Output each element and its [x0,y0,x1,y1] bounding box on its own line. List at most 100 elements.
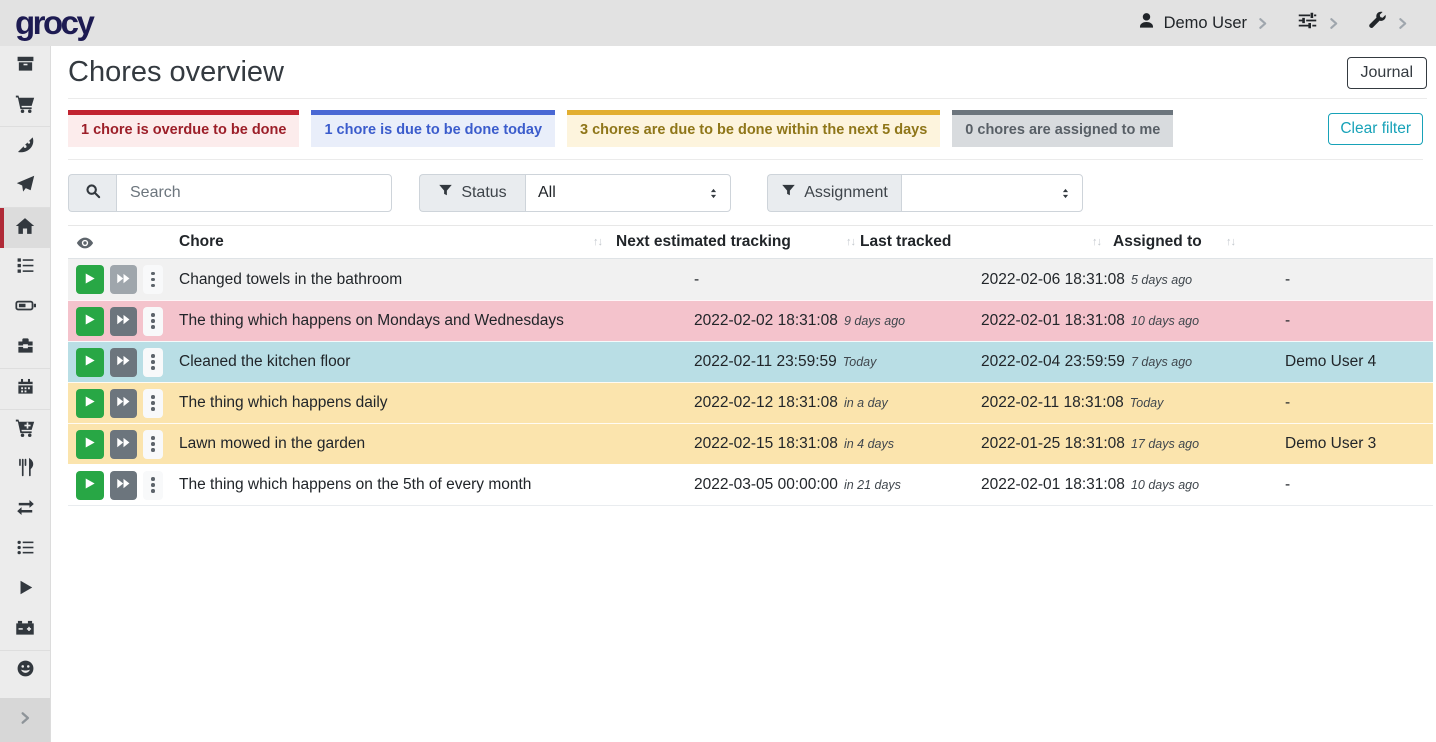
table-row: The thing which happens on Mondays and W… [68,300,1433,341]
settings-menu[interactable] [1297,10,1340,36]
sidebar-item-battery-tracking[interactable] [0,610,50,650]
row-context-menu-button[interactable] [143,471,163,500]
table-body: Changed towels in the bathroom - 2022-02… [68,259,1433,506]
search-icon [85,183,101,204]
sort-icon[interactable]: ↑↓ [593,236,602,248]
fast-forward-icon [116,394,131,412]
sidebar-item-tasks[interactable] [0,248,50,288]
chore-name[interactable]: The thing which happens daily [171,394,686,412]
chip-due-soon[interactable]: 3 chores are due to be done within the n… [567,110,940,147]
sidebar-item-purchase[interactable] [0,410,50,450]
column-header-last-tracked[interactable]: Last tracked [860,233,951,251]
user-icon [1138,12,1155,34]
skip-execution-button[interactable] [110,265,138,294]
sidebar-item-user-entities[interactable] [0,651,50,691]
next-tracking-relative: Today [843,355,877,369]
cart-plus-icon [15,418,35,443]
chip-due-today[interactable]: 1 chore is due to be done today [311,110,555,147]
sort-icon[interactable]: ↑↓ [1092,236,1101,248]
status-select[interactable]: All [525,174,731,212]
chip-overdue[interactable]: 1 chore is overdue to be done [68,110,299,147]
row-actions [68,389,171,418]
sidebar-item-consume[interactable] [0,450,50,490]
filter-funnel-icon [781,183,796,203]
sidebar-collapse-toggle[interactable] [0,698,50,742]
skip-execution-button[interactable] [110,430,138,459]
tasks-checklist-icon [16,256,35,280]
sidebar-item-calendar[interactable] [0,369,50,409]
eye-icon[interactable] [76,234,94,257]
sidebar-item-chore-tracking[interactable] [0,570,50,610]
status-filter-label-box: Status [419,174,525,212]
row-context-menu-button[interactable] [143,389,163,418]
row-context-menu-button[interactable] [143,265,163,294]
chore-name[interactable]: The thing which happens on Mondays and W… [171,312,686,330]
sort-icon[interactable]: ↑↓ [1226,236,1235,248]
chore-name[interactable]: The thing which happens on the 5th of ev… [171,476,686,494]
track-execution-button[interactable] [76,265,104,294]
sidebar-item-chores-overview[interactable] [0,208,50,248]
chore-name[interactable]: Lawn mowed in the garden [171,435,686,453]
sidebar-item-meal-plan[interactable] [0,167,50,207]
ellipsis-dot [151,395,155,399]
journal-button[interactable]: Journal [1347,57,1427,89]
pizza-slice-icon [16,135,35,159]
column-header-next-tracking[interactable]: Next estimated tracking [616,233,791,251]
home-icon [15,216,35,241]
ellipsis-dot [151,442,155,446]
skip-execution-button[interactable] [110,471,138,500]
row-context-menu-button[interactable] [143,430,163,459]
chevron-right-icon [1327,17,1340,30]
assignment-select[interactable] [901,174,1083,212]
ellipsis-dot [151,477,155,481]
table-row: The thing which happens daily 2022-02-12… [68,382,1433,423]
status-select-value: All [538,184,556,202]
next-tracking-date: 2022-02-11 23:59:59 [694,353,837,370]
skip-execution-button[interactable] [110,389,138,418]
ellipsis-dot [151,313,155,317]
assignment-filter-label-box: Assignment [767,174,901,212]
sidebar-item-recipes[interactable] [0,127,50,167]
track-execution-button[interactable] [76,307,104,336]
row-context-menu-button[interactable] [143,307,163,336]
assigned-to: - [1277,271,1433,289]
last-tracked-cell: 2022-02-01 18:31:0810 days ago [973,312,1277,330]
track-execution-button[interactable] [76,348,104,377]
play-icon [83,395,96,411]
wrench-icon [1368,11,1387,35]
next-tracking-date: 2022-02-15 18:31:08 [694,435,838,452]
sidebar-item-equipment[interactable] [0,328,50,368]
track-execution-button[interactable] [76,471,104,500]
track-execution-button[interactable] [76,389,104,418]
sidebar-item-shopping-list[interactable] [0,86,50,126]
filter-funnel-icon [438,183,453,203]
next-tracking-cell: - [686,271,973,289]
last-tracked-relative: 10 days ago [1131,478,1199,492]
skip-execution-button[interactable] [110,348,138,377]
sidebar-item-batteries-overview[interactable] [0,288,50,328]
assigned-to: Demo User 3 [1277,435,1433,453]
user-menu[interactable]: Demo User [1138,12,1269,34]
sidebar-item-inventory[interactable] [0,530,50,570]
ellipsis-dot [151,489,155,493]
search-input[interactable] [116,174,392,212]
last-tracked-relative: Today [1130,396,1164,410]
track-execution-button[interactable] [76,430,104,459]
chore-name[interactable]: Cleaned the kitchen floor [171,353,686,371]
app-logo[interactable]: grocy [15,3,92,43]
sidebar-item-stock-overview[interactable] [0,46,50,86]
skip-execution-button[interactable] [110,307,138,336]
sidebar-item-transfer[interactable] [0,490,50,530]
column-header-assigned-to[interactable]: Assigned to [1113,233,1202,251]
clear-filter-button[interactable]: Clear filter [1328,113,1423,145]
last-tracked-relative: 17 days ago [1131,437,1199,451]
column-header-chore[interactable]: Chore [179,233,224,251]
chore-name[interactable]: Changed towels in the bathroom [171,271,686,289]
next-tracking-cell: 2022-02-15 18:31:08in 4 days [686,435,973,453]
assigned-to: - [1277,394,1433,412]
row-context-menu-button[interactable] [143,348,163,377]
admin-menu[interactable] [1368,11,1409,35]
sort-icon[interactable]: ↑↓ [846,236,855,248]
chip-assigned-to-me[interactable]: 0 chores are assigned to me [952,110,1173,147]
top-navbar: grocy Demo User [0,0,1436,46]
